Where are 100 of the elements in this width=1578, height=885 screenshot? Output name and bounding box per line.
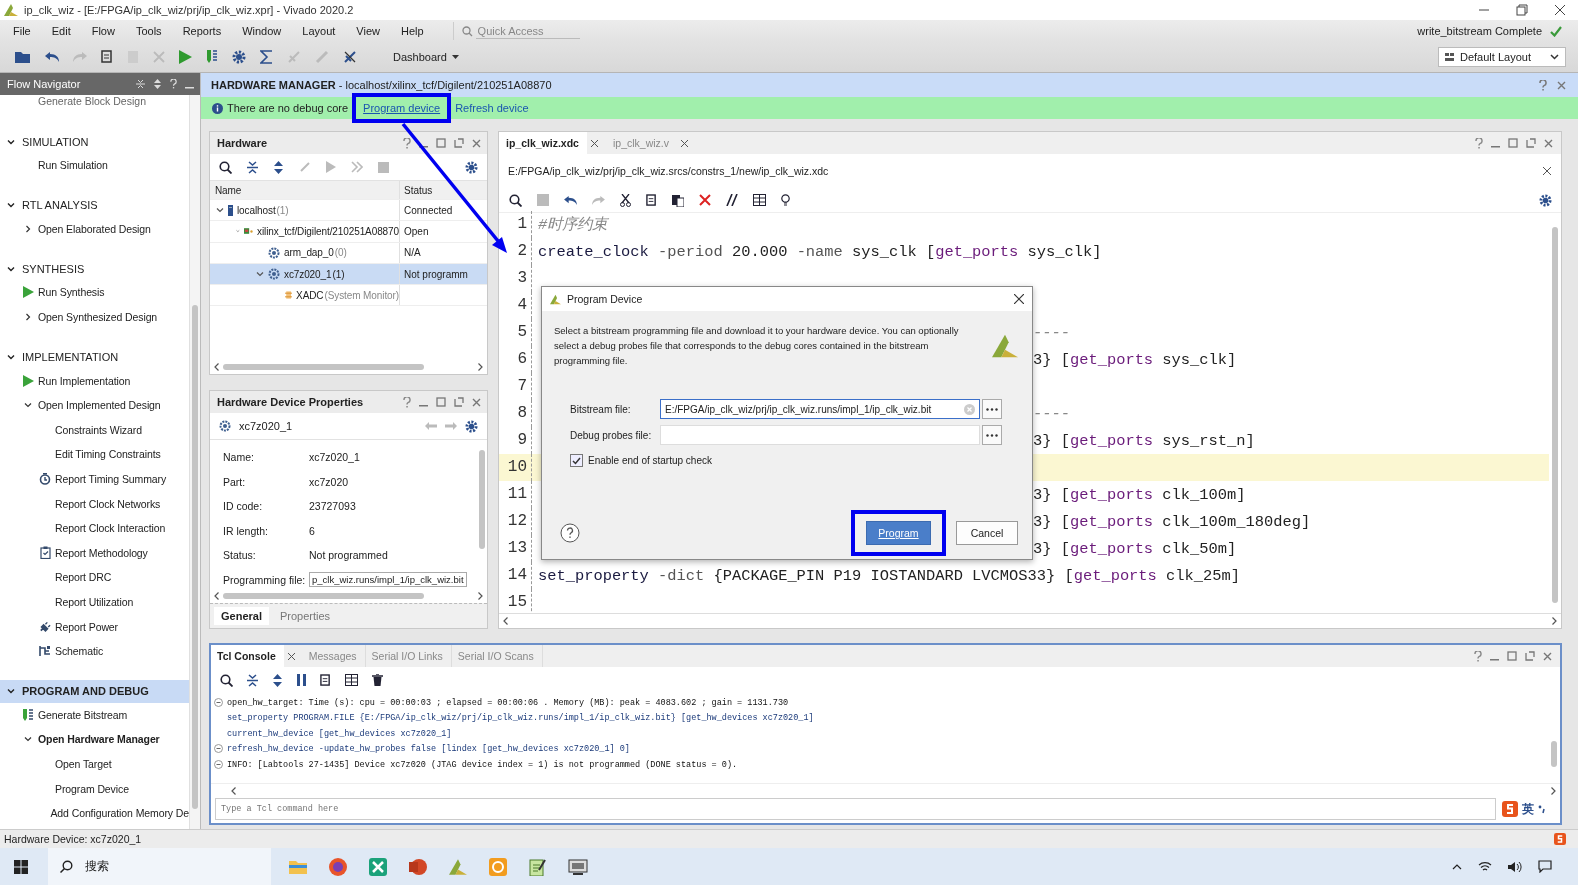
refresh-device-link[interactable]: Refresh device [455, 102, 529, 114]
browser-icon[interactable] [329, 857, 347, 876]
layout-dropdown[interactable]: Default Layout [1438, 47, 1566, 67]
scroll-left-icon[interactable] [503, 617, 508, 625]
undo-icon[interactable] [45, 51, 59, 63]
programming-file-field[interactable]: p_clk_wiz.runs/impl_1/ip_clk_wiz.bit [309, 572, 467, 588]
scroll-right-icon[interactable] [1551, 787, 1556, 795]
fold-icon[interactable] [214, 759, 223, 769]
copy-icon[interactable] [320, 673, 331, 687]
fold-icon[interactable] [214, 697, 223, 707]
float-icon[interactable] [1526, 138, 1536, 148]
menu-item[interactable]: Window [242, 25, 291, 37]
float-icon[interactable] [1525, 651, 1535, 661]
tab[interactable]: General [214, 607, 269, 625]
close-icon[interactable] [1543, 167, 1551, 175]
bitstream-icon[interactable] [206, 50, 218, 64]
fold-icon[interactable] [214, 744, 223, 754]
cancel-button[interactable]: Cancel [956, 521, 1018, 545]
program-device-link[interactable]: Program device [363, 102, 441, 114]
nav-item[interactable]: Run Synthesis [38, 286, 105, 299]
tcl-command-field[interactable]: Type a Tcl command here [215, 798, 1496, 820]
windows-start-icon[interactable] [14, 859, 28, 874]
ime-logo-icon[interactable] [1554, 833, 1566, 845]
search-icon[interactable] [220, 673, 233, 687]
maximize-icon[interactable] [1508, 138, 1518, 148]
menu-item[interactable]: Tools [135, 25, 171, 37]
settings-icon[interactable] [465, 160, 478, 174]
cut-icon[interactable] [620, 193, 631, 207]
nav-section[interactable]: IMPLEMENTATION [0, 345, 189, 369]
column-header[interactable]: Name [215, 184, 242, 196]
float-icon[interactable] [454, 138, 464, 148]
quick-access-field[interactable]: Quick Access [475, 23, 580, 39]
sigma-icon[interactable] [260, 50, 273, 64]
menu-item[interactable]: Layout [302, 25, 345, 37]
lightbulb-icon[interactable] [781, 193, 790, 207]
copy-icon[interactable] [101, 50, 113, 64]
browse-button[interactable] [982, 425, 1002, 445]
close-icon[interactable] [1554, 4, 1566, 16]
nav-item[interactable]: Open Elaborated Design [38, 222, 151, 235]
nav-section[interactable]: PROGRAM AND DEBUG [0, 679, 189, 703]
menu-item[interactable]: Reports [182, 25, 231, 37]
nav-item[interactable]: Open Target [55, 758, 112, 770]
pause-icon[interactable] [297, 674, 306, 686]
nav-item[interactable]: Open Synthesized Design [38, 311, 158, 324]
expand-all-icon[interactable] [153, 79, 162, 89]
collapse-all-icon[interactable] [247, 673, 258, 687]
nav-item[interactable]: Generate Bitstream [38, 708, 128, 721]
program-button[interactable]: Program [866, 521, 931, 545]
app-icon[interactable] [369, 857, 387, 876]
file-field[interactable]: E:/FPGA/ip_clk_wiz/prj/ip_clk_wiz.runs/impl_1/ip_clk_wiz.bit [660, 399, 980, 419]
float-icon[interactable] [454, 397, 464, 407]
nav-item[interactable]: Report DRC [55, 571, 112, 584]
tab[interactable]: Tcl Console [211, 645, 284, 667]
expand-all-icon[interactable] [272, 673, 283, 687]
tree-row[interactable]: xc7z020_1(1) Not programm [210, 263, 487, 286]
tree-row[interactable]: arm_dap_0(0) N/A [210, 242, 487, 264]
nav-item[interactable]: Open Implemented Design [38, 399, 161, 412]
help-icon[interactable] [1475, 137, 1483, 149]
close-icon[interactable] [1014, 294, 1024, 304]
scroll-right-icon[interactable] [478, 592, 483, 600]
open-folder-icon[interactable] [15, 50, 31, 64]
expand-all-icon[interactable] [273, 160, 284, 174]
nav-section[interactable]: RTL ANALYSIS [0, 193, 189, 217]
help-icon[interactable] [1539, 79, 1547, 91]
trash-icon[interactable] [372, 674, 383, 686]
maximize-icon[interactable] [436, 397, 446, 407]
tab[interactable]: Properties [272, 607, 338, 625]
copy-icon[interactable] [646, 193, 657, 207]
menu-item[interactable]: Help [400, 25, 433, 37]
scroll-left-icon[interactable] [214, 363, 219, 371]
maximize-icon[interactable] [1507, 651, 1517, 661]
file-field[interactable] [660, 425, 980, 445]
nav-item[interactable]: Report Clock Interaction [55, 522, 166, 535]
tree-row[interactable]: xilinx_tcf/Digilent/210251A08870 Open [210, 221, 487, 243]
nav-item[interactable]: Report Power [55, 620, 118, 633]
nav-item[interactable]: Schematic [55, 645, 104, 658]
help-icon[interactable] [403, 396, 411, 408]
notepad-icon[interactable] [529, 857, 546, 876]
ime-mode[interactable]: 英 [1522, 800, 1534, 818]
collapse-all-icon[interactable] [247, 160, 258, 174]
tree-row[interactable]: localhost(1) Connected [210, 200, 487, 222]
scroll-right-icon[interactable] [478, 363, 483, 371]
nav-item[interactable]: Report Methodology [55, 546, 148, 559]
close-icon[interactable] [681, 139, 688, 147]
maximize-icon[interactable] [436, 138, 446, 148]
help-icon[interactable] [1474, 650, 1482, 662]
taskbar-search-field[interactable]: 搜索 [48, 848, 271, 885]
close-icon[interactable] [590, 139, 598, 147]
folder-icon[interactable] [289, 859, 307, 874]
menu-item[interactable]: Edit [51, 25, 80, 37]
nav-item[interactable]: Edit Timing Constraints [55, 448, 161, 461]
nav-section[interactable]: SIMULATION [0, 130, 189, 153]
tab[interactable]: ip_clk_wiz.xdc [499, 132, 587, 154]
wifi-icon[interactable] [1478, 861, 1492, 872]
scroll-right-icon[interactable] [1552, 617, 1557, 625]
nav-item[interactable]: Constraints Wizard [55, 423, 142, 436]
restore-icon[interactable] [1516, 4, 1528, 16]
delete-icon[interactable] [699, 194, 711, 206]
presentation-icon[interactable] [409, 857, 427, 876]
column-header[interactable]: Status [404, 184, 433, 196]
